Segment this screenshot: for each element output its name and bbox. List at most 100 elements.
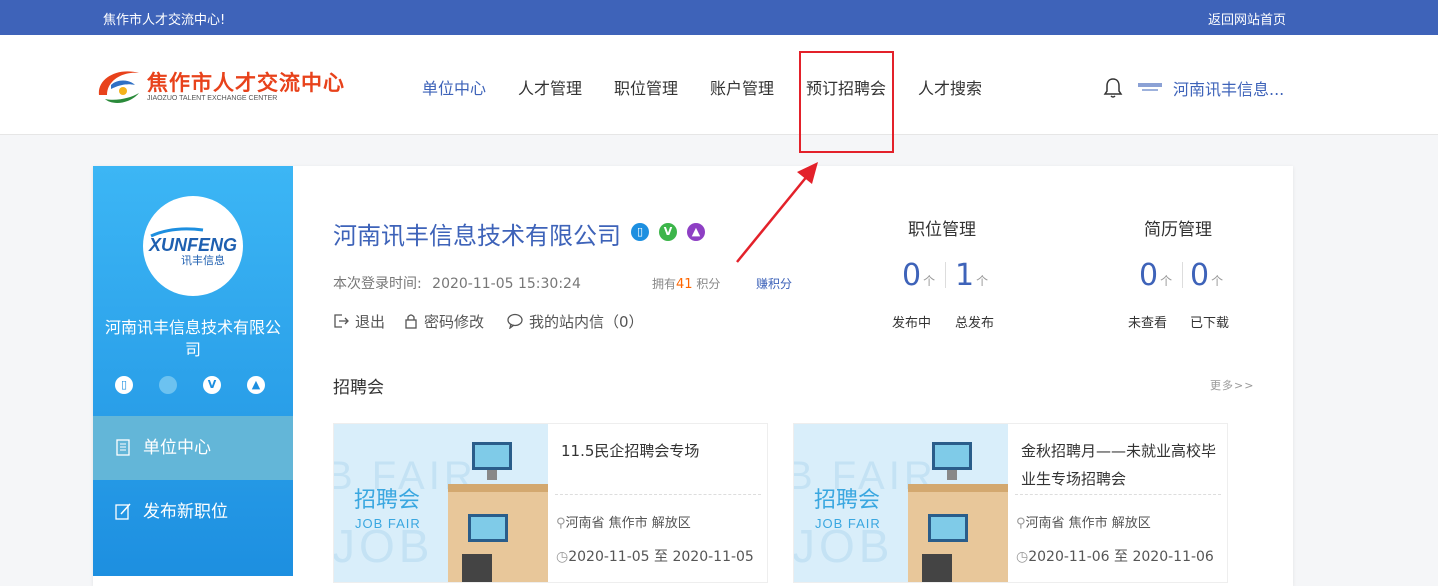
nav-job-management[interactable]: 职位管理 [614, 75, 678, 99]
job-fair-location: ⚲河南省 焦作市 解放区 [1016, 512, 1151, 531]
job-fair-date: ◷2020-11-06 至 2020-11-06 [1016, 546, 1214, 566]
resumes-unviewed-value: 0 [1139, 258, 1159, 293]
sidebar-item-label: 发布新职位 [143, 502, 228, 522]
separator [1015, 494, 1221, 495]
nav-account-management[interactable]: 账户管理 [710, 75, 774, 99]
job-fair-location: ⚲河南省 焦作市 解放区 [556, 512, 691, 531]
job-fair-card[interactable]: B FAIR JOB 招聘会 JOB FAIR 金秋招聘月——未就业高校毕业生专… [793, 423, 1228, 583]
location-text: 河南省 焦作市 解放区 [565, 516, 691, 531]
sidebar-item-post-job[interactable]: 发布新职位 [93, 480, 293, 544]
logout-label: 退出 [355, 313, 386, 331]
company-title: 河南讯丰信息技术有限公司 [333, 222, 621, 250]
logout-button[interactable]: 退出 [333, 311, 385, 332]
xunfeng-logo-icon: XUNFENG 讯丰信息 [148, 227, 237, 267]
top-bar: 焦作市人才交流中心! 返回网站首页 [0, 0, 1438, 35]
logout-icon [334, 314, 349, 328]
sidebar-item-label: 单位中心 [143, 438, 211, 458]
jobs-active-value: 0 [902, 258, 922, 293]
job-fair-name[interactable]: 11.5民企招聘会专场 [561, 437, 759, 465]
clock-icon: ◷ [1016, 549, 1029, 565]
separator [555, 494, 761, 495]
points-value: 41 [676, 277, 693, 292]
email-verified-icon: ▭ [159, 376, 177, 394]
message-icon [507, 313, 523, 329]
logo-subtitle: JIAOZUO TALENT EXCHANGE CENTER [147, 95, 278, 102]
clock-icon: ◷ [556, 549, 569, 565]
login-time: 本次登录时间: 2020-11-05 15:30:24 [333, 273, 581, 293]
image-verified-icon: ▲ [247, 376, 265, 394]
office-desk-illustration [448, 442, 548, 582]
job-fair-name[interactable]: 金秋招聘月——未就业高校毕业生专场招聘会 [1021, 437, 1219, 493]
phone-verified-icon: ▯ [115, 376, 133, 394]
verification-icons: ▯ ▭ V ▲ [113, 376, 273, 398]
login-time-value: 2020-11-05 15:30:24 [432, 276, 581, 292]
company-avatar: XUNFENG 讯丰信息 [143, 196, 243, 296]
unit-label: 个 [976, 274, 989, 288]
job-fair-card[interactable]: B FAIR JOB 招聘会 JOB FAIR 11.5民企招聘会专场 ⚲河南省… [333, 423, 768, 583]
location-text: 河南省 焦作市 解放区 [1025, 516, 1151, 531]
unit-label: 个 [923, 274, 936, 288]
job-fair-image: B FAIR JOB 招聘会 JOB FAIR [334, 424, 548, 582]
more-link[interactable]: 更多>> [1210, 377, 1254, 393]
login-time-label: 本次登录时间: [333, 276, 422, 292]
change-password-button[interactable]: 密码修改 [404, 311, 484, 332]
image-subtitle: JOB FAIR [815, 516, 881, 531]
return-home-link[interactable]: 返回网站首页 [1208, 9, 1286, 28]
date-text: 2020-11-05 至 2020-11-05 [568, 549, 754, 565]
messages-button[interactable]: 我的站内信（0） [507, 311, 644, 332]
jobs-stat-title: 职位管理 [908, 220, 976, 240]
jobs-active-label: 发布中 [892, 316, 932, 331]
bell-icon[interactable] [1103, 77, 1123, 99]
phone-badge-icon: ▯ [631, 223, 649, 241]
resumes-stat-title: 简历管理 [1144, 220, 1212, 240]
unit-label: 个 [1160, 274, 1173, 288]
image-title: 招聘会 [814, 488, 881, 513]
logo-title: 焦作市人才交流中心 [147, 71, 345, 95]
logo-text: XUNFENG [148, 235, 237, 255]
points-info: 拥有41 积分 [652, 275, 720, 292]
sidebar: XUNFENG 讯丰信息 河南讯丰信息技术有限公司 ▯ ▭ V ▲ 单位中心 发… [93, 166, 293, 576]
jobs-total-label: 总发布 [955, 316, 995, 331]
messages-label: 我的站内信（0） [529, 313, 644, 331]
header-company-name[interactable]: 河南讯丰信息... [1173, 76, 1284, 100]
earn-points-link[interactable]: 赚积分 [756, 275, 792, 292]
sidebar-item-unit-center[interactable]: 单位中心 [93, 416, 293, 480]
image-title: 招聘会 [354, 488, 421, 513]
resumes-downloaded-label: 已下载 [1190, 316, 1230, 331]
resumes-unviewed-count[interactable]: 0个 [1139, 258, 1172, 293]
site-logo[interactable]: 焦作市人才交流中心 JIAOZUO TALENT EXCHANGE CENTER [95, 65, 365, 107]
image-badge-icon: ▲ [687, 223, 705, 241]
unit-label: 个 [1211, 274, 1224, 288]
edit-icon [115, 503, 131, 520]
sidebar-company-name: 河南讯丰信息技术有限公司 [104, 318, 281, 359]
points-prefix: 拥有 [652, 277, 677, 291]
v-verified-icon: V [203, 376, 221, 394]
nav-talent-management[interactable]: 人才管理 [518, 75, 582, 99]
nav-talent-search[interactable]: 人才搜索 [918, 75, 982, 99]
resumes-downloaded-count[interactable]: 0个 [1190, 258, 1223, 293]
job-fair-image: B FAIR JOB 招聘会 JOB FAIR [794, 424, 1008, 582]
jobs-total-count[interactable]: 1个 [955, 258, 988, 293]
location-pin-icon: ⚲ [1016, 516, 1026, 531]
job-fair-date: ◷2020-11-05 至 2020-11-05 [556, 546, 754, 566]
points-suffix: 积分 [696, 277, 721, 291]
nav-unit-center[interactable]: 单位中心 [422, 75, 486, 99]
divider [1182, 262, 1183, 288]
office-desk-illustration [908, 442, 1008, 582]
logo-emblem-icon [98, 71, 139, 103]
jobs-total-value: 1 [955, 258, 975, 293]
highlight-box [799, 51, 894, 153]
jobs-active-count[interactable]: 0个 [902, 258, 935, 293]
job-fairs-title: 招聘会 [333, 378, 384, 398]
lock-icon [405, 314, 417, 329]
date-text: 2020-11-06 至 2020-11-06 [1028, 549, 1214, 565]
company-mini-logo-icon [1138, 83, 1162, 91]
change-password-label: 密码修改 [424, 313, 485, 331]
welcome-text: 焦作市人才交流中心! [103, 13, 226, 28]
building-icon [116, 439, 130, 456]
divider [945, 262, 946, 288]
image-subtitle: JOB FAIR [355, 516, 421, 531]
v-badge-icon: V [659, 223, 677, 241]
resumes-unviewed-label: 未查看 [1128, 316, 1168, 331]
resumes-downloaded-value: 0 [1190, 258, 1210, 293]
